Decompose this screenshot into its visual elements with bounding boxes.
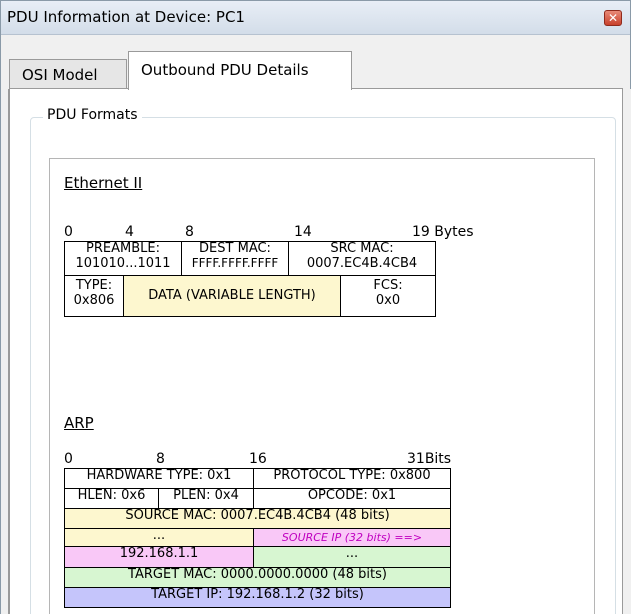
eth-type-label: TYPE: xyxy=(75,278,113,293)
arp-protocol-type: PROTOCOL TYPE: 0x800 xyxy=(253,468,451,489)
eth-fcs-value: 0x0 xyxy=(375,292,401,308)
pdu-formats-group: PDU Formats Ethernet II 0 4 8 14 19 Byte… xyxy=(30,107,616,614)
eth-ruler-14: 14 xyxy=(294,224,312,240)
arp-ruler-31: 31Bits xyxy=(407,451,452,467)
eth-type-value: 0x806 xyxy=(73,292,115,308)
tab-outbound-pdu-details[interactable]: Outbound PDU Details xyxy=(128,51,352,90)
eth-src-mac-value: 0007.EC4B.4CB4 xyxy=(306,255,418,271)
eth-dest-mac-field: DEST MAC: FFFF.FFFF.FFFF xyxy=(181,241,289,276)
tab-panel: PDU Formats Ethernet II 0 4 8 14 19 Byte… xyxy=(9,88,623,614)
close-icon: ✕ xyxy=(607,11,619,25)
title-bar[interactable]: PDU Information at Device: PC1 ✕ xyxy=(1,1,630,35)
arp-source-mac-continued: ... xyxy=(64,528,254,547)
tab-osi-model[interactable]: OSI Model xyxy=(9,59,127,89)
arp-target-ip: TARGET IP: 192.168.1.2 (32 bits) xyxy=(64,587,451,608)
eth-preamble-label: PREAMBLE: xyxy=(86,241,160,256)
arp-hardware-type: HARDWARE TYPE: 0x1 xyxy=(64,468,254,489)
arp-ruler-8: 8 xyxy=(156,451,165,467)
eth-fcs-field: FCS: 0x0 xyxy=(340,275,436,317)
ethernet-title: Ethernet II xyxy=(64,174,143,192)
arp-target-mac: TARGET MAC: 0000.0000.0000 (48 bits) xyxy=(64,567,451,588)
arp-source-ip-hint: SOURCE IP (32 bits) ==> xyxy=(253,528,451,547)
right-edge xyxy=(623,89,631,614)
eth-ruler-19: 19 Bytes xyxy=(412,224,474,240)
eth-ruler-8: 8 xyxy=(185,224,194,240)
eth-preamble-value: 101010...1011 xyxy=(75,255,171,271)
eth-type-field: TYPE: 0x806 xyxy=(64,275,124,317)
eth-src-mac-label: SRC MAC: xyxy=(330,241,394,256)
window-title: PDU Information at Device: PC1 xyxy=(7,8,245,26)
eth-preamble-field: PREAMBLE: 101010...1011 xyxy=(64,241,182,276)
arp-target-mac-start: ... xyxy=(253,546,451,568)
eth-dest-mac-label: DEST MAC: xyxy=(199,241,271,256)
eth-src-mac-field: SRC MAC: 0007.EC4B.4CB4 xyxy=(288,241,436,276)
pdu-formats-label: PDU Formats xyxy=(43,107,142,123)
arp-source-ip: 192.168.1.1 xyxy=(64,546,254,568)
eth-dest-mac-value: FFFF.FFFF.FFFF xyxy=(191,255,279,270)
pdu-info-window: PDU Information at Device: PC1 ✕ OSI Mod… xyxy=(0,0,631,614)
arp-plen: PLEN: 0x4 xyxy=(158,488,254,509)
eth-ruler-0: 0 xyxy=(64,224,73,240)
arp-ruler-0: 0 xyxy=(64,451,73,467)
eth-fcs-label: FCS: xyxy=(373,278,403,293)
arp-opcode: OPCODE: 0x1 xyxy=(253,488,451,509)
eth-data-field: DATA (VARIABLE LENGTH) xyxy=(123,275,341,317)
close-button[interactable]: ✕ xyxy=(604,10,622,26)
arp-source-mac: SOURCE MAC: 0007.EC4B.4CB4 (48 bits) xyxy=(64,508,451,529)
arp-title: ARP xyxy=(64,414,94,432)
arp-ruler-16: 16 xyxy=(249,451,267,467)
arp-hlen: HLEN: 0x6 xyxy=(64,488,159,509)
left-edge xyxy=(1,89,9,614)
eth-ruler-4: 4 xyxy=(125,224,134,240)
pdu-formats-content: Ethernet II 0 4 8 14 19 Bytes PREAMBLE: … xyxy=(49,158,595,614)
